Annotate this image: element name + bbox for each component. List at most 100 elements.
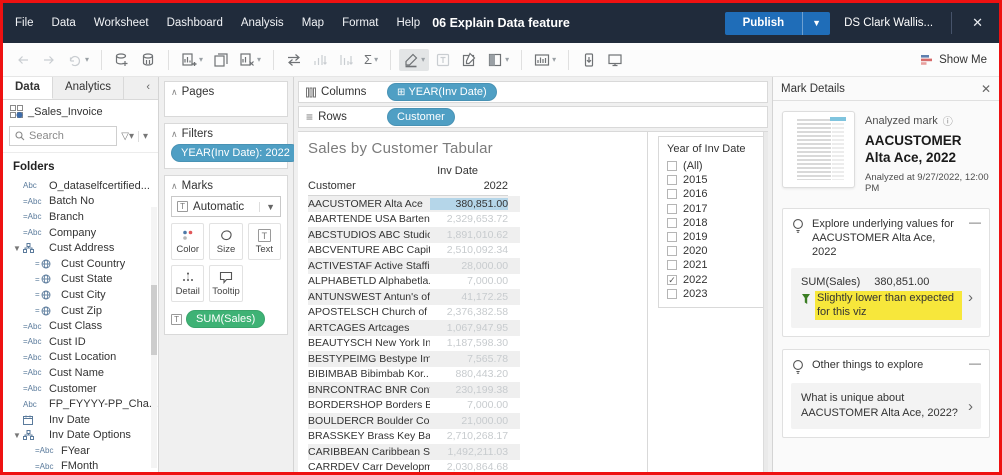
fit-icon[interactable]: ▾ — [530, 49, 560, 71]
new-worksheet-icon[interactable]: ▾ — [177, 49, 207, 71]
chevron-right-icon[interactable]: › — [962, 398, 975, 415]
table-row[interactable]: BRASSKEY Brass Key Bar2,710,268.17 — [308, 429, 520, 445]
user-menu[interactable]: DS Clark Wallis... — [844, 17, 937, 29]
field-cust-location[interactable]: =AbcCust Location — [3, 350, 158, 366]
collapse-card-icon[interactable]: — — [969, 358, 981, 368]
sales-value-cell[interactable]: 28,000.00 — [430, 260, 508, 272]
size-button[interactable]: Size — [209, 223, 242, 260]
table-row[interactable]: BEAUTYSCH New York In..1,187,598.30 — [308, 336, 520, 352]
menu-data[interactable]: Data — [52, 17, 76, 29]
menu-worksheet[interactable]: Worksheet — [94, 17, 149, 29]
table-row[interactable]: ABCSTUDIOS ABC Studio..1,891,010.62 — [308, 227, 520, 243]
row-header-customer[interactable]: Customer — [308, 180, 430, 192]
field-cust-class[interactable]: =AbcCust Class — [3, 318, 158, 334]
menu-file[interactable]: File — [15, 17, 34, 29]
format-icon[interactable] — [457, 49, 481, 71]
rows-shelf[interactable]: ≡ Rows Customer — [298, 106, 768, 128]
device-preview-icon[interactable] — [577, 49, 601, 71]
table-row[interactable]: APOSTELSCH Church of T..2,376,382.58 — [308, 305, 520, 321]
table-row[interactable]: ANTUNSWEST Antun's of..41,172.25 — [308, 289, 520, 305]
table-row[interactable]: BIBIMBAB Bibimbab Kor..880,443.20 — [308, 367, 520, 383]
totals-icon[interactable]: Σ▾ — [360, 50, 382, 69]
sum-sales-insight[interactable]: SUM(Sales) 380,851.00 Slightly lower tha… — [791, 268, 981, 329]
tab-data[interactable]: Data — [3, 77, 53, 99]
menu-analysis[interactable]: Analysis — [241, 17, 284, 29]
table-row[interactable]: ARTCAGES Artcages1,067,947.95 — [308, 320, 520, 336]
add-datasource-icon[interactable] — [110, 49, 134, 71]
highlight-icon[interactable]: ▾ — [399, 49, 429, 71]
mark-type-dropdown[interactable]: T Automatic ▼ — [171, 196, 281, 217]
tooltip-button[interactable]: Tooltip — [209, 265, 242, 302]
collapse-card-icon[interactable]: — — [969, 217, 981, 227]
borders-icon[interactable]: ▾ — [483, 49, 513, 71]
year-filter-option-2023[interactable]: 2023 — [667, 287, 768, 301]
borders-icon-caret[interactable]: ▾ — [505, 56, 509, 64]
field-inv-date-options[interactable]: ▼Inv Date Options — [3, 428, 158, 444]
collapse-pages-icon[interactable]: ∧ — [171, 87, 178, 97]
table-row[interactable]: BORDERSHOP Borders B..7,000.00 — [308, 398, 520, 414]
text-button[interactable]: TText — [248, 223, 281, 260]
sales-value-cell[interactable]: 7,565.78 — [430, 353, 508, 365]
show-me-button[interactable]: Show Me — [920, 53, 991, 66]
sales-value-cell[interactable]: 1,891,010.62 — [430, 229, 508, 241]
duplicate-sheet-icon[interactable] — [209, 49, 233, 71]
highlight-icon-caret[interactable]: ▾ — [421, 56, 425, 64]
info-icon[interactable]: ⓘ — [943, 113, 953, 128]
table-row[interactable]: AACUSTOMER Alta Ace380,851.00 — [308, 196, 520, 212]
field-batch-no[interactable]: =AbcBatch No — [3, 194, 158, 210]
menu-map[interactable]: Map — [302, 17, 324, 29]
window-close-icon[interactable]: ✕ — [966, 15, 989, 31]
sales-value-cell[interactable]: 2,030,864.68 — [430, 461, 508, 472]
rows-pill-customer[interactable]: Customer — [387, 108, 455, 126]
table-row[interactable]: ACTIVESTAF Active Staffi..28,000.00 — [308, 258, 520, 274]
field-fyear[interactable]: =AbcFYear — [3, 443, 158, 459]
table-row[interactable]: BNRCONTRAC BNR Contr..230,199.38 — [308, 382, 520, 398]
year-filter-option-2019[interactable]: 2019 — [667, 230, 768, 244]
mark-type-caret-icon[interactable]: ▼ — [259, 202, 275, 212]
clear-sheet-icon-caret[interactable]: ▾ — [257, 56, 261, 64]
mark-details-close-icon[interactable]: ✕ — [981, 82, 991, 96]
field-cust-name[interactable]: =AbcCust Name — [3, 365, 158, 381]
table-row[interactable]: ABARTENDE USA Barten..2,329,653.72 — [308, 212, 520, 228]
chevron-right-icon[interactable]: › — [962, 289, 975, 306]
sales-value-cell[interactable]: 7,000.00 — [430, 275, 508, 287]
year-filter-option-2022[interactable]: ✓2022 — [667, 273, 768, 287]
field-fmonth[interactable]: =AbcFMonth — [3, 459, 158, 475]
swap-axes-icon[interactable] — [282, 49, 306, 71]
field-cust-address[interactable]: ▼Cust Address — [3, 240, 158, 256]
field-fp-fyyyy-pp-cha[interactable]: AbcFP_FYYYY-PP_Cha... — [3, 396, 158, 412]
presentation-mode-icon[interactable] — [603, 49, 627, 71]
checkbox-icon[interactable] — [667, 189, 677, 199]
sales-value-cell[interactable]: 380,851.00 — [430, 198, 508, 210]
year-filter-option-2020[interactable]: 2020 — [667, 244, 768, 258]
sales-value-cell[interactable]: 2,329,653.72 — [430, 213, 508, 225]
checkbox-icon[interactable] — [667, 289, 677, 299]
field-customer[interactable]: =AbcCustomer — [3, 381, 158, 397]
table-row[interactable]: CARRDEV Carr Developm..2,030,864.68 — [308, 460, 520, 473]
year-filter-option-2015[interactable]: 2015 — [667, 173, 768, 187]
field-cust-id[interactable]: =AbcCust ID — [3, 334, 158, 350]
column-header-2022[interactable]: 2022 — [430, 180, 508, 192]
table-row[interactable]: CARIBBEAN Caribbean S..1,492,211.03 — [308, 444, 520, 460]
checkbox-icon[interactable] — [667, 260, 677, 270]
pane-options-caret-icon[interactable]: ▾ — [138, 131, 152, 142]
tab-analytics[interactable]: Analytics — [53, 77, 124, 99]
sum-sales-pill[interactable]: SUM(Sales) — [186, 310, 265, 328]
sales-value-cell[interactable]: 1,067,947.95 — [430, 322, 508, 334]
color-button[interactable]: Color — [171, 223, 204, 260]
year-filter-option-2021[interactable]: 2021 — [667, 258, 768, 272]
sales-value-cell[interactable]: 2,376,382.58 — [430, 306, 508, 318]
search-input[interactable] — [29, 130, 99, 142]
checkbox-icon[interactable] — [667, 218, 677, 228]
field-company[interactable]: =AbcCompany — [3, 225, 158, 241]
columns-pill-year-inv-date[interactable]: ⊞YEAR(Inv Date) — [387, 83, 497, 101]
table-row[interactable]: ABCVENTURE ABC Capita..2,510,092.34 — [308, 243, 520, 259]
field-cust-state[interactable]: =Cust State — [3, 272, 158, 288]
collapse-filters-icon[interactable]: ∧ — [171, 129, 178, 139]
checkbox-icon[interactable] — [667, 246, 677, 256]
checkbox-icon[interactable]: ✓ — [667, 275, 677, 285]
year-filter-option-2016[interactable]: 2016 — [667, 187, 768, 201]
datasource-item[interactable]: _Sales_Invoice — [3, 100, 158, 122]
collapse-marks-icon[interactable]: ∧ — [171, 181, 178, 191]
redo-icon-caret[interactable]: ▾ — [85, 56, 89, 64]
